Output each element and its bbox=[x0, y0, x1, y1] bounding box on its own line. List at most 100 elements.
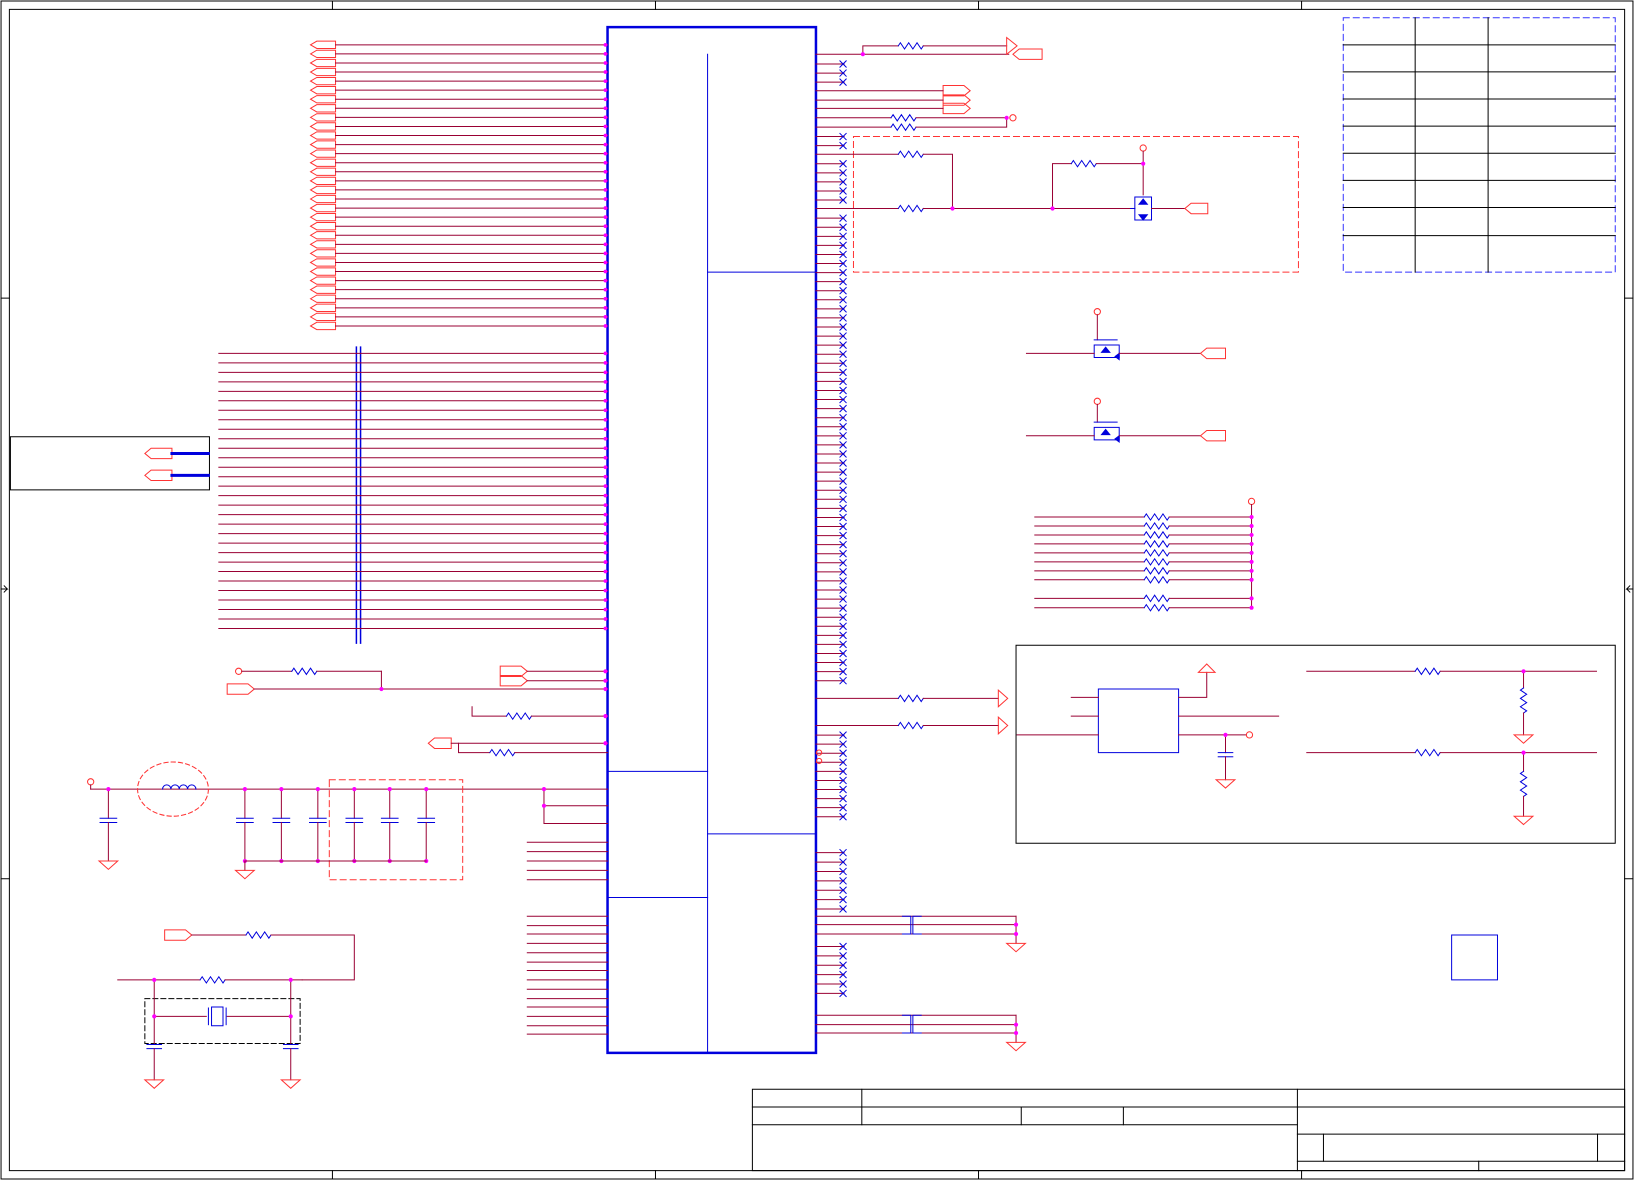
junction-dot bbox=[603, 408, 608, 413]
logo-box bbox=[1452, 935, 1498, 980]
junction-dot bbox=[352, 787, 357, 792]
junction-dot bbox=[603, 215, 608, 220]
bus-top-left bbox=[311, 41, 608, 329]
junction-dot bbox=[603, 178, 608, 183]
junction-dot bbox=[603, 455, 608, 460]
junction-dot bbox=[603, 427, 608, 432]
off-page-connector-icon bbox=[145, 448, 172, 458]
crystal-symbol-icon bbox=[208, 1007, 226, 1026]
junction-dot bbox=[603, 370, 608, 375]
resistor-symbol-icon bbox=[1144, 595, 1169, 601]
junction-dot bbox=[603, 315, 608, 319]
off-page-connector-icon bbox=[311, 286, 336, 293]
junction-dot bbox=[603, 503, 608, 508]
junction-dot bbox=[603, 88, 608, 93]
power-filter bbox=[87, 761, 608, 880]
lower-right-block bbox=[1016, 645, 1615, 843]
off-page-connector-icon bbox=[311, 195, 336, 202]
junction-dot bbox=[603, 522, 608, 526]
off-page-connector-icon bbox=[311, 68, 336, 75]
junction-dot bbox=[603, 287, 608, 292]
off-page-connector-icon bbox=[311, 77, 336, 84]
junction-dot bbox=[603, 269, 608, 274]
junction-dot bbox=[603, 484, 608, 489]
junction-dot bbox=[1249, 559, 1254, 564]
off-page-connector-icon bbox=[311, 41, 336, 48]
junction-dot bbox=[603, 389, 608, 394]
off-page-connector-icon bbox=[311, 268, 336, 275]
junction-dot bbox=[1249, 541, 1254, 547]
junction-dot bbox=[603, 115, 608, 120]
left-misc-signals bbox=[227, 666, 607, 756]
junction-dot bbox=[603, 607, 608, 612]
resistor-symbol-icon bbox=[246, 932, 271, 938]
resistor-symbol-icon bbox=[292, 668, 317, 674]
resistor-symbol-icon bbox=[1144, 568, 1169, 574]
bus-mid-left bbox=[219, 347, 608, 643]
right-side-pins bbox=[816, 61, 846, 997]
junction-dot bbox=[603, 617, 608, 621]
junction-dot bbox=[603, 224, 608, 229]
main-ic bbox=[608, 27, 816, 1053]
junction-dot bbox=[603, 465, 608, 470]
junction-dot bbox=[603, 324, 608, 328]
junction-dot bbox=[603, 541, 608, 545]
junction-dot bbox=[603, 133, 608, 138]
title-block bbox=[752, 1089, 1624, 1170]
junction-dot bbox=[603, 569, 608, 574]
junction-dot bbox=[1249, 514, 1254, 520]
junction-dot bbox=[603, 296, 608, 301]
junction-dot bbox=[603, 379, 608, 384]
off-page-connector-icon bbox=[311, 50, 336, 57]
bus-bottom-left bbox=[527, 842, 607, 1034]
junction-dot bbox=[603, 242, 608, 247]
differential-pairs bbox=[816, 916, 1025, 1050]
junction-dot bbox=[603, 124, 608, 129]
resistor-symbol-icon bbox=[1144, 550, 1169, 556]
junction-dot bbox=[603, 305, 608, 310]
junction-dot bbox=[603, 160, 608, 165]
junction-dot bbox=[603, 531, 608, 536]
junction-dot bbox=[603, 512, 608, 517]
junction-dot bbox=[603, 398, 608, 403]
off-page-connector-icon bbox=[311, 96, 336, 103]
junction-dot bbox=[603, 436, 608, 441]
junction-dot bbox=[1249, 532, 1254, 538]
top-right-circuits bbox=[816, 38, 1298, 273]
mosfet-symbol-icon bbox=[1094, 340, 1119, 360]
schematic-sheet bbox=[0, 0, 1634, 1180]
junction-dot bbox=[603, 233, 608, 238]
junction-dot bbox=[603, 206, 608, 210]
junction-dot bbox=[1249, 568, 1254, 573]
inductor-symbol-icon bbox=[163, 785, 196, 789]
junction-dot bbox=[1249, 577, 1254, 582]
junction-dot bbox=[387, 787, 392, 792]
junction-dot bbox=[603, 70, 608, 74]
off-page-connector-icon bbox=[311, 277, 336, 284]
junction-dot bbox=[603, 560, 608, 564]
off-page-connector-icon bbox=[311, 241, 336, 248]
off-page-connector-icon bbox=[311, 87, 336, 94]
off-page-connector-icon bbox=[311, 186, 336, 193]
off-page-connector-icon bbox=[311, 141, 336, 148]
junction-dot bbox=[603, 550, 608, 555]
off-page-connector-icon bbox=[311, 295, 336, 302]
right-series-outputs bbox=[816, 690, 1008, 734]
off-page-connector-icon bbox=[311, 304, 336, 311]
junction-dot bbox=[242, 787, 247, 792]
off-page-connector-icon bbox=[311, 204, 336, 211]
junction-dot bbox=[603, 251, 608, 256]
junction-dot bbox=[603, 278, 608, 283]
off-page-connector-icon bbox=[311, 159, 336, 166]
resistor-symbol-icon bbox=[1144, 541, 1169, 547]
junction-dot bbox=[424, 787, 429, 792]
resistor-symbol-icon bbox=[1144, 523, 1169, 529]
resistor-network bbox=[1035, 497, 1256, 611]
junction-dot bbox=[603, 52, 608, 56]
off-page-connector-icon bbox=[311, 114, 336, 121]
off-page-connector-icon bbox=[311, 105, 336, 112]
off-page-connector-icon bbox=[311, 232, 336, 239]
off-page-connector-icon bbox=[311, 322, 336, 329]
off-page-connector-icon bbox=[311, 150, 336, 157]
mosfet-symbol-icon bbox=[1131, 197, 1152, 220]
